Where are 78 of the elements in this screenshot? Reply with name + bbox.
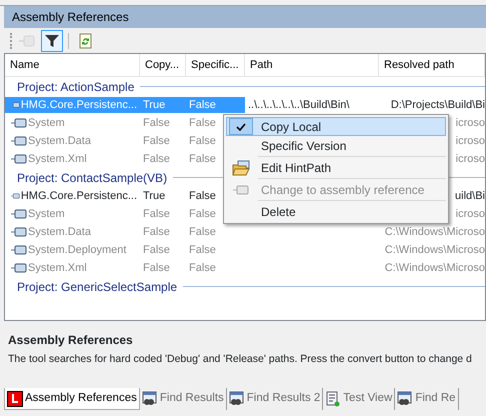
table-cell: False — [143, 208, 170, 220]
refresh-icon — [79, 32, 93, 48]
table-cell: False — [189, 190, 216, 202]
column-header[interactable]: Resolved path — [379, 54, 485, 76]
toolbar-button[interactable] — [40, 30, 62, 52]
reference-icon — [11, 100, 20, 110]
column-header[interactable]: Copy... — [140, 54, 186, 76]
table-cell: icroso — [456, 152, 485, 165]
table-cell-text: System.Data — [28, 224, 91, 240]
reference-icon — [11, 245, 27, 255]
table-cell: False — [189, 262, 216, 274]
table-cell: C:\Windows\Microso — [384, 244, 485, 256]
column-header[interactable]: Specific... — [186, 54, 245, 76]
table-cell: False — [189, 98, 216, 111]
table-cell: False — [189, 244, 216, 256]
table-cell: False — [143, 244, 170, 256]
reference-icon — [233, 184, 249, 194]
menu-item[interactable]: Delete — [226, 202, 446, 221]
table-cell: C:\Windows\Microso — [384, 226, 485, 238]
selected-row[interactable]: HMG.Core.Persistenc... True False ..\..\..\..\..\..\Build\Bin\ D:\Projects\Build\Bi — [5, 96, 485, 114]
table-cell-text: System — [28, 206, 65, 222]
menu-item[interactable]: Copy Local — [226, 117, 446, 136]
table-cell: False — [143, 262, 170, 274]
table-cell: False — [189, 208, 216, 220]
description-text: The tool searches for hard coded 'Debug' and 'Release' paths. Press the convert button to change d — [8, 353, 473, 366]
table-cell: False — [143, 226, 170, 238]
table-cell-text: HMG.Core.Persistenc... — [20, 98, 137, 113]
table-cell: False — [189, 116, 216, 129]
menu-item[interactable]: Specific Version — [226, 136, 446, 155]
table-cell-text: HMG.Core.Persistenc... — [20, 188, 137, 204]
tab[interactable]: Assembly References — [4, 388, 140, 410]
find-results-icon — [142, 391, 158, 407]
table-cell: icroso — [456, 208, 485, 220]
table-cell: C:\Windows\Microso — [384, 262, 485, 274]
reference-icon — [11, 227, 27, 237]
group-header: Project: ContactSample(VB) — [17, 170, 168, 186]
filter-icon — [44, 32, 60, 48]
table-cell: icroso — [456, 116, 485, 129]
folder-icon — [232, 160, 250, 176]
reference-icon — [11, 263, 27, 273]
description-title: Assembly References — [8, 332, 134, 349]
reference-icon — [11, 118, 27, 128]
table-cell: True — [143, 98, 166, 111]
table-cell-text: System.Data — [28, 134, 91, 149]
menu-item[interactable]: Edit HintPath — [226, 158, 446, 177]
tab[interactable]: Find Results — [140, 388, 227, 410]
group-header: Project: GenericSelectSample — [17, 278, 178, 296]
tab[interactable]: Test View — [323, 388, 396, 410]
reference-icon — [11, 154, 27, 164]
table-cell: uild\Bi — [455, 190, 485, 202]
reference-icon — [11, 136, 27, 146]
reference-icon — [11, 191, 20, 201]
reference-icon — [18, 32, 36, 48]
reference-icon — [11, 209, 27, 219]
checkmark-icon — [236, 122, 246, 130]
table-cell-text: System — [28, 116, 65, 131]
table-cell-text: System.Deployment — [28, 242, 126, 258]
test-view-icon — [325, 391, 342, 407]
find-results-icon — [397, 391, 414, 407]
group-header: Project: ActionSample — [17, 78, 134, 96]
table-cell: True — [143, 190, 166, 202]
table-cell: False — [143, 134, 170, 147]
table-cell: False — [189, 134, 216, 147]
table-cell: False — [143, 116, 170, 129]
tab[interactable]: Find Re — [395, 388, 459, 410]
table-cell-text: System.Xml — [28, 260, 87, 276]
table-cell-text: System.Xml — [28, 152, 87, 167]
column-header[interactable]: Name — [5, 54, 140, 76]
table-cell: False — [143, 152, 170, 165]
table-cell: D:\Projects\Build\Bi — [390, 98, 485, 111]
table-cell: icroso — [456, 134, 485, 147]
table-cell: False — [189, 152, 216, 165]
find-results-icon — [228, 391, 245, 407]
table-cell: False — [189, 226, 216, 238]
table-cell: ..\..\..\..\..\..\Build\Bin\ — [248, 98, 350, 111]
tab[interactable]: Find Results 2 — [226, 388, 324, 410]
logo-icon — [7, 390, 23, 406]
column-header[interactable]: Path — [245, 54, 379, 76]
